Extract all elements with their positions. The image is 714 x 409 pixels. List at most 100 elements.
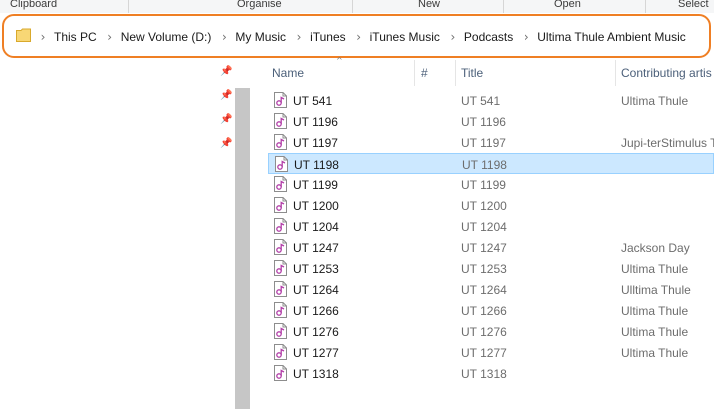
file-row[interactable]: UT 1204 UT 1204 <box>268 216 714 237</box>
file-row[interactable]: UT 1197 UT 1197 Jupi-terStimulus T <box>268 132 714 153</box>
breadcrumb-podcasts[interactable]: Podcasts <box>464 30 513 44</box>
breadcrumb-new-volume[interactable]: New Volume (D:) <box>121 30 212 44</box>
file-row[interactable]: UT 1247 UT 1247 Jackson Day <box>268 237 714 258</box>
file-name: UT 1247 <box>293 241 339 255</box>
breadcrumb-this-pc[interactable]: This PC <box>54 30 97 44</box>
audio-file-icon <box>274 260 287 276</box>
sort-ascending-icon: ^ <box>336 56 343 65</box>
column-divider[interactable] <box>615 60 616 86</box>
file-contributing-artist: Ultima Thule <box>621 325 689 339</box>
breadcrumb-current-folder[interactable]: Ultima Thule Ambient Music <box>537 30 686 44</box>
navigation-pane <box>0 58 250 409</box>
file-title: UT 1204 <box>461 220 507 234</box>
column-header-name[interactable]: Name <box>272 66 304 80</box>
chevron-right-icon[interactable]: › <box>105 30 115 44</box>
pin-icon[interactable]: 📌 <box>220 138 232 150</box>
audio-file-icon <box>274 92 287 108</box>
file-name: UT 1197 <box>293 136 338 150</box>
file-row[interactable]: UT 1198 UT 1198 <box>268 153 714 174</box>
file-name: UT 1199 <box>293 178 338 192</box>
file-title: UT 1276 <box>461 325 507 339</box>
file-row[interactable]: UT 1277 UT 1277 Ultima Thule <box>268 342 714 363</box>
file-title: UT 1196 <box>461 115 506 129</box>
chevron-right-icon[interactable]: › <box>294 30 304 44</box>
file-title: UT 1247 <box>461 241 507 255</box>
breadcrumb-my-music[interactable]: My Music <box>235 30 286 44</box>
audio-file-icon <box>275 156 288 172</box>
audio-file-icon <box>274 113 287 129</box>
column-divider[interactable] <box>455 60 456 86</box>
file-contributing-artist: Jupi-terStimulus T <box>621 136 714 150</box>
navigation-pane-scrollbar[interactable] <box>235 88 250 409</box>
ribbon-divider <box>645 0 646 13</box>
audio-file-icon <box>274 176 287 192</box>
file-title: UT 1318 <box>461 367 507 381</box>
column-divider[interactable] <box>414 60 415 86</box>
file-row[interactable]: UT 1318 UT 1318 <box>268 363 714 384</box>
file-name: UT 1200 <box>293 199 339 213</box>
file-row[interactable]: UT 1199 UT 1199 <box>268 174 714 195</box>
file-name: UT 1266 <box>293 304 339 318</box>
file-name: UT 1318 <box>293 367 339 381</box>
audio-file-icon <box>274 197 287 213</box>
breadcrumb: › This PC › New Volume (D:) › My Music ›… <box>38 29 694 45</box>
breadcrumb-itunes-music[interactable]: iTunes Music <box>370 30 440 44</box>
address-bar[interactable]: › This PC › New Volume (D:) › My Music ›… <box>2 14 711 58</box>
ribbon-divider <box>352 0 353 13</box>
file-title: UT 1253 <box>461 262 507 276</box>
file-title: UT 1266 <box>461 304 507 318</box>
file-name: UT 1277 <box>293 346 339 360</box>
file-contributing-artist: Ulltima Thule <box>621 283 691 297</box>
column-header-contributing-artists[interactable]: Contributing artis <box>621 66 712 80</box>
ribbon-group-select: Select <box>678 0 709 10</box>
ribbon-group-open: Open <box>554 0 581 10</box>
audio-file-icon <box>274 323 287 339</box>
pin-icon[interactable]: 📌 <box>220 66 232 78</box>
pin-icon[interactable]: 📌 <box>220 114 232 126</box>
file-name: UT 1198 <box>294 158 339 172</box>
file-name: UT 1264 <box>293 283 339 297</box>
column-header-title[interactable]: Title <box>461 66 483 80</box>
file-title: UT 541 <box>461 94 501 108</box>
file-title: UT 1197 <box>461 136 506 150</box>
file-name: UT 1253 <box>293 262 339 276</box>
file-contributing-artist: Ultima Thule <box>621 346 689 360</box>
file-contributing-artist: Ultima Thule <box>621 262 689 276</box>
file-title: UT 1264 <box>461 283 507 297</box>
file-contributing-artist: Ultima Thule <box>621 304 689 318</box>
audio-file-icon <box>274 239 287 255</box>
ribbon-group-labels: Clipboard Organise New Open Select <box>0 0 714 13</box>
ribbon-group-clipboard: Clipboard <box>10 0 58 10</box>
chevron-right-icon[interactable]: › <box>521 30 531 44</box>
file-row[interactable]: UT 1276 UT 1276 Ultima Thule <box>268 321 714 342</box>
ribbon-divider <box>503 0 504 13</box>
file-title: UT 1199 <box>461 178 506 192</box>
file-row[interactable]: UT 1200 UT 1200 <box>268 195 714 216</box>
file-title: UT 1198 <box>462 158 507 172</box>
file-row[interactable]: UT 541 UT 541 Ultima Thule <box>268 90 714 111</box>
chevron-right-icon[interactable]: › <box>448 30 458 44</box>
file-title: UT 1277 <box>461 346 507 360</box>
file-row[interactable]: UT 1196 UT 1196 <box>268 111 714 132</box>
pin-icon[interactable]: 📌 <box>220 90 232 102</box>
file-name: UT 1276 <box>293 325 339 339</box>
audio-file-icon <box>274 134 287 150</box>
chevron-right-icon[interactable]: › <box>354 30 364 44</box>
ribbon-group-organise: Organise <box>237 0 282 10</box>
column-header-number[interactable]: # <box>421 66 428 80</box>
file-row[interactable]: UT 1264 UT 1264 Ulltima Thule <box>268 279 714 300</box>
breadcrumb-itunes[interactable]: iTunes <box>310 30 346 44</box>
ribbon-group-new: New <box>418 0 441 10</box>
file-contributing-artist: Ultima Thule <box>621 94 689 108</box>
audio-file-icon <box>274 302 287 318</box>
file-name: UT 1204 <box>293 220 339 234</box>
audio-file-icon <box>274 344 287 360</box>
chevron-right-icon[interactable]: › <box>219 30 229 44</box>
file-row[interactable]: UT 1266 UT 1266 Ultima Thule <box>268 300 714 321</box>
chevron-right-icon[interactable]: › <box>38 30 48 44</box>
audio-file-icon <box>274 281 287 297</box>
file-name: UT 541 <box>293 94 333 108</box>
file-name: UT 1196 <box>293 115 338 129</box>
file-row[interactable]: UT 1253 UT 1253 Ultima Thule <box>268 258 714 279</box>
file-contributing-artist: Jackson Day <box>621 241 690 255</box>
